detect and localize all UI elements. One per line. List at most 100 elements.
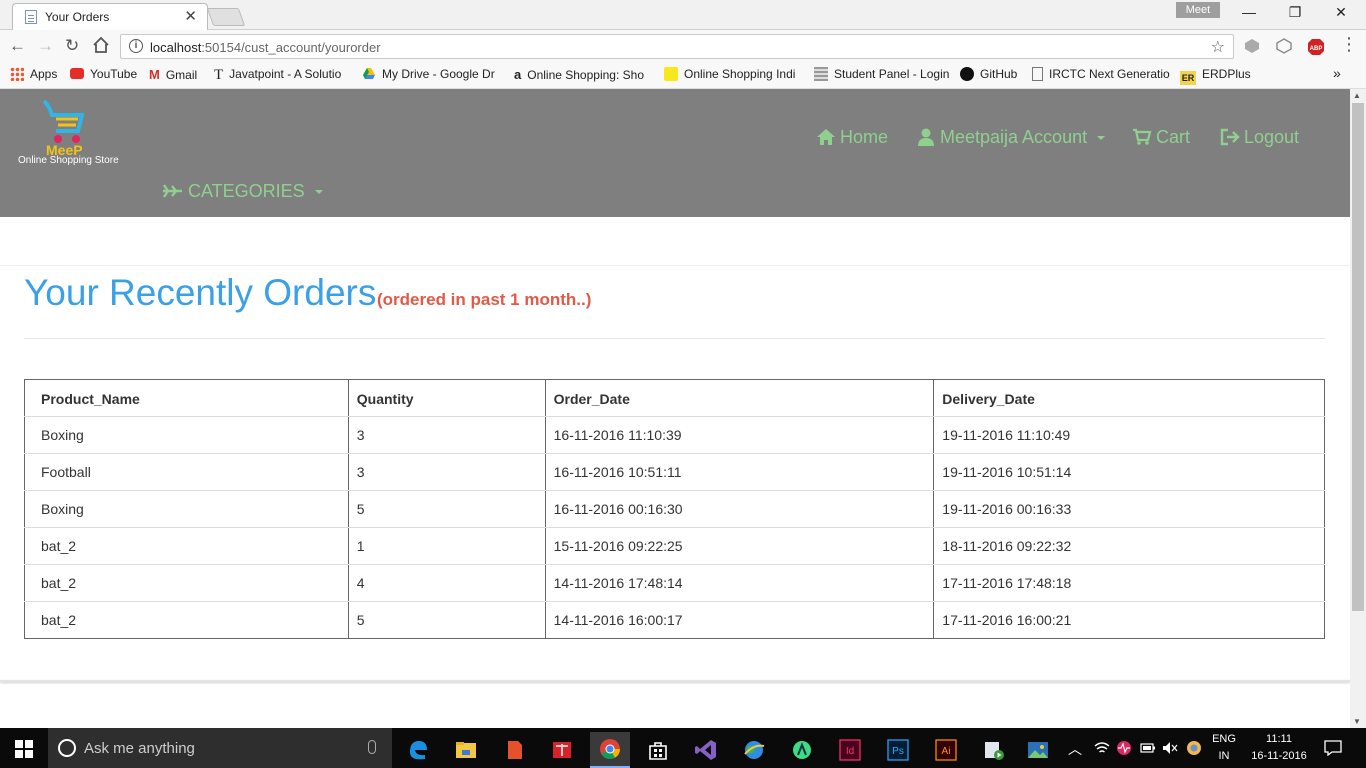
menu-dots-icon[interactable]: ⋮: [1340, 34, 1358, 55]
action-center-icon[interactable]: [1324, 740, 1342, 756]
window-close-icon[interactable]: ✕: [1318, 4, 1364, 21]
tray-expand-icon[interactable]: ︿: [1068, 739, 1082, 759]
browser-tab-active[interactable]: Your Orders ✕: [12, 3, 208, 30]
back-icon[interactable]: ←: [9, 36, 26, 56]
title-divider: [24, 338, 1325, 339]
tab-close-icon[interactable]: ✕: [184, 7, 197, 25]
cell-delivery-date: 17-11-2016 16:00:21: [933, 601, 1325, 639]
scroll-down-icon[interactable]: ▼: [1353, 717, 1361, 726]
weather-icon[interactable]: [1186, 740, 1202, 756]
home-icon: [817, 129, 835, 145]
student-panel-icon: [814, 67, 828, 81]
chrome-icon[interactable]: [590, 732, 630, 768]
bookmark-star-icon[interactable]: ☆: [1211, 37, 1225, 57]
erdplus-icon: ER: [1180, 71, 1196, 85]
scroll-up-icon[interactable]: ▲: [1353, 91, 1361, 100]
photos-icon[interactable]: [1018, 732, 1058, 768]
column-header-product: Product_Name: [24, 379, 349, 417]
plane-icon: [163, 184, 182, 198]
extension-cube-icon[interactable]: [1244, 38, 1260, 54]
table-header-row: Product_Name Quantity Order_Date Deliver…: [24, 379, 1325, 417]
nav-home[interactable]: Home: [816, 127, 888, 148]
windows-start-icon[interactable]: [15, 740, 33, 758]
visual-studio-icon[interactable]: [686, 732, 726, 768]
input-region[interactable]: IN: [1210, 750, 1238, 762]
bookmark-erdplus[interactable]: ER ERDPlus: [1180, 67, 1251, 85]
cell-order-date: 15-11-2016 09:22:25: [544, 527, 934, 565]
site-logo[interactable]: MeeP Online Shopping Store: [18, 97, 122, 169]
bookmark-youtube[interactable]: YouTube: [70, 67, 137, 81]
edge-icon[interactable]: [398, 732, 438, 768]
github-icon: [960, 67, 974, 81]
cell-quantity: 3: [347, 453, 546, 491]
minimize-icon[interactable]: —: [1226, 4, 1272, 20]
flipkart-icon: [664, 67, 678, 81]
browser-toolbar: ← → ↻ i localhost:50154/cust_account/you…: [0, 30, 1366, 62]
site-header: MeeP Online Shopping Store Home Meetpaij…: [0, 89, 1350, 217]
adblock-icon[interactable]: ABP: [1307, 38, 1324, 55]
volume-muted-icon[interactable]: [1162, 741, 1178, 755]
cart-logo-icon: MeeP: [42, 99, 85, 158]
clock-date[interactable]: 16-11-2016: [1244, 750, 1314, 762]
page-icon: [25, 10, 37, 24]
photoshop-icon[interactable]: Ps: [878, 732, 918, 768]
globe-icon[interactable]: [734, 732, 774, 768]
table-row: bat_2 4 14-11-2016 17:48:14 17-11-2016 1…: [24, 564, 1325, 602]
bookmark-javatpoint[interactable]: T Javatpoint - A Solutio: [214, 67, 350, 81]
youtube-icon: [70, 68, 84, 79]
nav-account[interactable]: Meetpaija Account: [916, 127, 1110, 148]
reader-icon[interactable]: [542, 732, 582, 768]
reload-icon[interactable]: ↻: [65, 36, 79, 56]
media-icon[interactable]: [974, 732, 1014, 768]
file-explorer-icon[interactable]: [446, 732, 486, 768]
bookmark-student-panel[interactable]: Student Panel - Login: [814, 67, 949, 81]
scrollbar-thumb[interactable]: [1352, 103, 1364, 611]
nav-categories[interactable]: CATEGORIES: [162, 181, 324, 202]
cart-icon: [1133, 128, 1152, 145]
profile-badge[interactable]: Meet: [1176, 2, 1220, 18]
restore-icon[interactable]: ❐: [1272, 4, 1318, 21]
table-row: bat_2 1 15-11-2016 09:22:25 18-11-2016 0…: [24, 527, 1325, 565]
bookmark-gmail[interactable]: M Gmail: [149, 67, 197, 82]
cortana-search-box[interactable]: Ask me anything: [48, 728, 392, 768]
cell-delivery-date: 19-11-2016 10:51:14: [933, 453, 1325, 491]
indesign-icon[interactable]: Id: [830, 732, 870, 768]
nav-cart[interactable]: Cart: [1132, 127, 1190, 148]
page-title: Your Recently Orders: [24, 272, 377, 313]
column-header-quantity: Quantity: [347, 379, 546, 417]
nav-logout[interactable]: Logout: [1220, 127, 1299, 148]
search-placeholder: Ask me anything: [84, 740, 195, 757]
bookmarks-overflow-icon[interactable]: »: [1333, 65, 1341, 81]
app-red-icon[interactable]: [494, 732, 534, 768]
info-icon[interactable]: i: [129, 39, 143, 53]
bookmark-google-drive[interactable]: My Drive - Google Dr: [362, 67, 500, 81]
clock-time[interactable]: 11:11: [1244, 733, 1314, 745]
column-header-delivery-date: Delivery_Date: [933, 379, 1325, 417]
section-divider: [0, 265, 1350, 266]
cell-quantity: 1: [347, 527, 546, 565]
bookmark-online-shopping-amazon[interactable]: a Online Shopping: Sho: [514, 67, 650, 82]
illustrator-icon[interactable]: Ai: [926, 732, 966, 768]
input-language[interactable]: ENG: [1210, 733, 1238, 745]
home-page-icon[interactable]: [92, 36, 110, 59]
health-monitor-icon[interactable]: [1116, 740, 1132, 756]
address-bar[interactable]: i localhost:50154/cust_account/yourorder…: [120, 34, 1234, 59]
forward-icon[interactable]: →: [37, 36, 54, 56]
bookmark-irctc[interactable]: IRCTC Next Generatio: [1032, 67, 1170, 81]
bookmark-github[interactable]: GitHub: [960, 67, 1017, 81]
bookmark-apps[interactable]: Apps: [10, 67, 57, 81]
amazon-icon: a: [514, 67, 522, 82]
battery-icon[interactable]: [1140, 742, 1156, 754]
extension-box-icon[interactable]: [1276, 38, 1292, 54]
orders-table: Product_Name Quantity Order_Date Deliver…: [24, 379, 1325, 639]
bookmark-online-shopping-india[interactable]: Online Shopping Indi: [664, 67, 800, 81]
cell-product: Boxing: [24, 416, 349, 454]
wifi-icon[interactable]: [1094, 741, 1110, 755]
store-icon[interactable]: [638, 732, 678, 768]
table-row: bat_2 5 14-11-2016 16:00:17 17-11-2016 1…: [25, 601, 1325, 639]
page-scrollbar[interactable]: ▲ ▼: [1350, 89, 1366, 728]
android-studio-icon[interactable]: [782, 732, 822, 768]
new-tab-button[interactable]: [206, 8, 246, 26]
svg-text:Ai: Ai: [942, 746, 951, 757]
microphone-icon[interactable]: [368, 740, 376, 754]
